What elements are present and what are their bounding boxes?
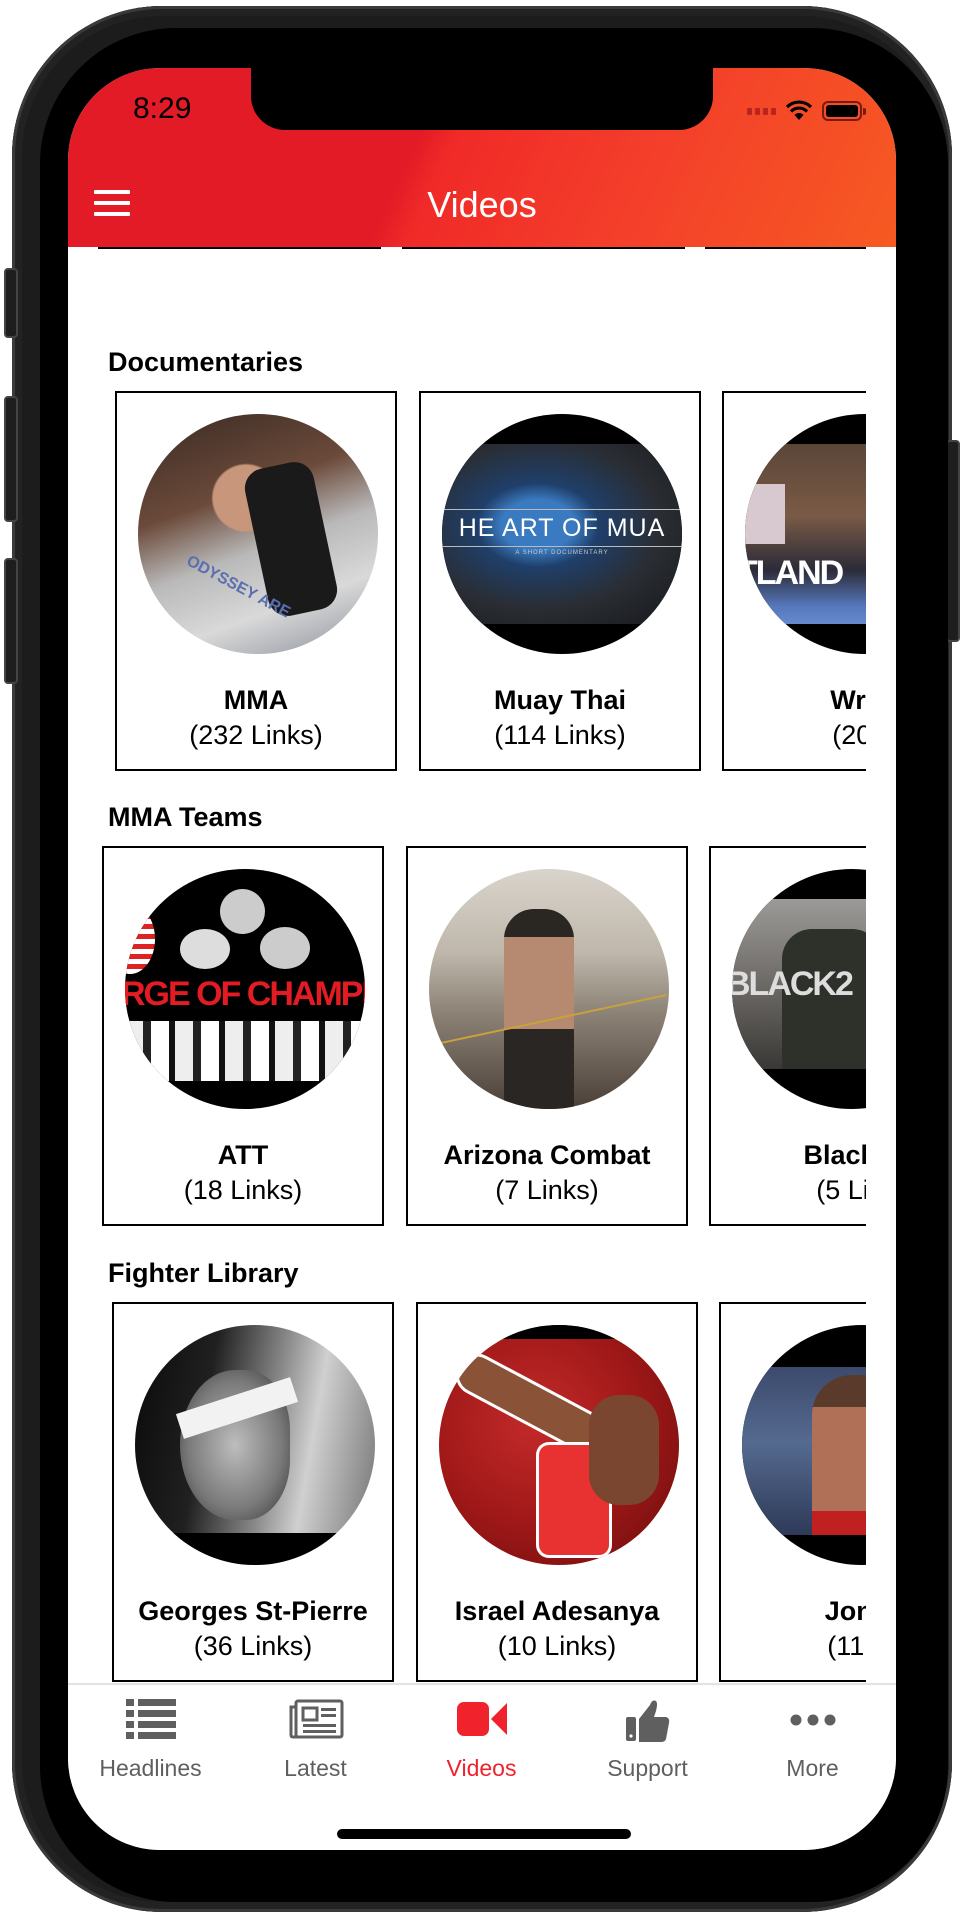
newspaper-icon (289, 1699, 343, 1739)
previous-card-edge (705, 247, 866, 249)
list-icon (125, 1699, 176, 1739)
bottom-tab-bar: Headlines Latest Videos Support More (68, 1683, 896, 1850)
adesanya-kick-thumbnail (439, 1325, 679, 1565)
card-title: Georges St-Pierre (138, 1596, 368, 1626)
card-title: Wres (830, 685, 866, 715)
previous-card-edge (98, 247, 381, 249)
thumbs-up-icon (625, 1700, 669, 1742)
category-card[interactable]: Arizona Combat (7 Links) (406, 846, 688, 1226)
previous-card-edge (402, 247, 685, 249)
wrestling-thumbnail: TLAND (745, 414, 866, 654)
tab-videos[interactable]: Videos (399, 1685, 564, 1795)
wifi-icon (786, 100, 812, 120)
thumbnail-overlay-text: BLACK2 (732, 965, 854, 1003)
tab-headlines[interactable]: Headlines (68, 1685, 233, 1795)
blackzilians-thumbnail: BLACK2 (732, 869, 866, 1109)
card-link-count: (114 Links) (494, 720, 626, 750)
the-art-of-muay-thai-thumbnail: HE ART OF MUA A SHORT DOCUMENTARY (442, 414, 682, 654)
mma-fight-thumbnail: ODYSSEY ARE (138, 414, 378, 654)
category-card[interactable]: Jon J (11 Li (719, 1302, 866, 1682)
thumbnail-overlay-text: HE ART OF MUA (458, 514, 666, 542)
category-card[interactable]: BLACK2 Blackzi (5 Lin (709, 846, 866, 1226)
category-card[interactable]: HE ART OF MUA A SHORT DOCUMENTARY Muay T… (419, 391, 701, 771)
tab-label: Latest (284, 1755, 347, 1781)
section-title-fighter-library: Fighter Library (108, 1258, 299, 1288)
card-title: Arizona Combat (443, 1140, 651, 1170)
cellular-signal-icon (747, 107, 776, 115)
category-card[interactable]: ODYSSEY ARE MMA (232 Links) (115, 391, 397, 771)
card-link-count: (20 L (832, 720, 866, 750)
status-time: 8:29 (133, 92, 192, 125)
gsp-headband-thumbnail (135, 1325, 375, 1565)
nav-header: 8:29 Videos (68, 68, 896, 247)
carousel-documentaries[interactable]: ODYSSEY ARE MMA (232 Links) HE ART OF MU… (68, 391, 866, 775)
tab-latest[interactable]: Latest (233, 1685, 398, 1795)
category-card[interactable]: TLAND Wres (20 L (722, 391, 866, 771)
thumbnail-overlay-text: RGE OF CHAMPIO (125, 975, 365, 1013)
tab-label: Videos (446, 1755, 517, 1781)
card-link-count: (10 Links) (497, 1631, 617, 1661)
category-card[interactable]: RGE OF CHAMPIO ATT (18 Links) (102, 846, 384, 1226)
page-title: Videos (427, 184, 537, 225)
category-card[interactable]: Georges St-Pierre (36 Links) (112, 1302, 394, 1682)
section-title-mma-teams: MMA Teams (108, 802, 263, 832)
status-icons (747, 100, 866, 122)
card-link-count: (7 Links) (495, 1175, 599, 1205)
tab-label: Headlines (99, 1755, 202, 1781)
silent-switch (4, 268, 18, 338)
volume-up-button (4, 396, 18, 522)
notch (251, 68, 713, 130)
card-link-count: (36 Links) (193, 1631, 313, 1661)
app-screen: 8:29 Videos Documentaries ODYSSEY ARE MM… (68, 68, 896, 1850)
card-title: ATT (217, 1140, 269, 1170)
tab-support[interactable]: Support (565, 1685, 730, 1795)
card-link-count: (11 Li (827, 1631, 866, 1661)
carousel-fighter-library[interactable]: Georges St-Pierre (36 Links) Israel Ades… (68, 1302, 866, 1683)
carousel-mma-teams[interactable]: RGE OF CHAMPIO ATT (18 Links) Arizona Co… (68, 846, 866, 1230)
thumbnail-overlay-subtext: A SHORT DOCUMENTARY (515, 550, 609, 556)
category-card[interactable]: Israel Adesanya (10 Links) (416, 1302, 698, 1682)
tab-label: More (786, 1755, 839, 1781)
volume-down-button (4, 558, 18, 684)
section-title-documentaries: Documentaries (108, 347, 304, 377)
card-link-count: (5 Lin (816, 1175, 866, 1205)
thumbnail-overlay-text: TLAND (745, 554, 844, 592)
battery-icon (822, 101, 866, 121)
home-indicator[interactable] (337, 1829, 631, 1839)
card-link-count: (18 Links) (183, 1175, 303, 1205)
video-categories-list[interactable]: Documentaries ODYSSEY ARE MMA (232 Links… (68, 247, 896, 1683)
power-button (946, 440, 960, 642)
card-link-count: (232 Links) (189, 720, 323, 750)
card-title: Jon J (824, 1596, 866, 1626)
card-title: Blackzi (803, 1140, 866, 1170)
att-forge-of-champions-thumbnail: RGE OF CHAMPIO (125, 869, 365, 1109)
tab-label: Support (607, 1755, 688, 1781)
card-title: Israel Adesanya (454, 1596, 660, 1626)
more-dots-icon (790, 1714, 835, 1726)
tab-more[interactable]: More (730, 1685, 895, 1795)
video-camera-icon (456, 1702, 507, 1736)
card-title: Muay Thai (493, 685, 627, 715)
card-title: MMA (223, 685, 289, 715)
arizona-combat-gym-thumbnail (429, 869, 669, 1109)
jon-jones-thumbnail (742, 1325, 866, 1565)
